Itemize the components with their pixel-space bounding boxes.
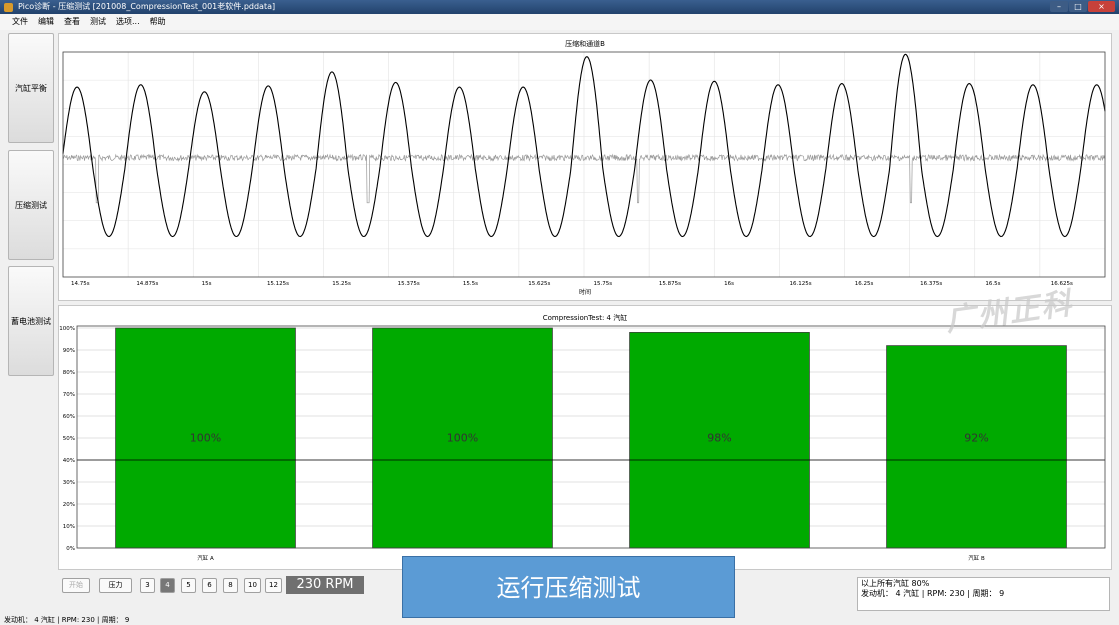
bar-category-label: 汽缸 A bbox=[197, 554, 214, 562]
menu-file[interactable]: 文件 bbox=[0, 14, 33, 30]
waveform-panel: 压缩和通道B 14.75s 14.875s 15s 15.125s 15.25s 15.3… bbox=[58, 33, 1112, 301]
wave-x-tick-label: 15.625s bbox=[528, 281, 550, 287]
bar-y-tick-label: 70% bbox=[63, 392, 75, 398]
wave-x-tick-label: 16.25s bbox=[855, 281, 874, 287]
title-bar: Pico诊断 - 压缩测试 [201008_CompressionTest_00… bbox=[0, 0, 1119, 14]
wave-x-tick-label: 14.75s bbox=[71, 281, 90, 287]
compression-test-button[interactable]: 压缩测试 bbox=[8, 150, 54, 260]
bar-y-tick-label: 10% bbox=[63, 524, 75, 530]
start-button[interactable]: 开始 bbox=[62, 578, 90, 593]
wave-x-tick-label: 15.25s bbox=[332, 281, 351, 287]
minimize-button[interactable]: – bbox=[1050, 1, 1068, 12]
cylinder-3-button[interactable]: 3 bbox=[140, 578, 155, 593]
bar-y-tick-label: 90% bbox=[63, 348, 75, 354]
menu-edit[interactable]: 编辑 bbox=[33, 14, 59, 30]
wave-x-tick-label: 15s bbox=[202, 281, 212, 287]
bar-value-label: 100% bbox=[190, 431, 221, 444]
result-summary: 以上所有汽缸 80% bbox=[861, 579, 930, 588]
bar-y-tick-label: 40% bbox=[63, 458, 75, 464]
bar-y-tick-label: 60% bbox=[63, 414, 75, 420]
bar-value-label: 92% bbox=[964, 431, 988, 444]
wave-x-tick-label: 15.875s bbox=[659, 281, 681, 287]
cylinder-8-button[interactable]: 8 bbox=[223, 578, 238, 593]
waveform-title: 压缩和通道B bbox=[565, 39, 605, 48]
wave-x-tick-label: 15.125s bbox=[267, 281, 289, 287]
wave-x-tick-label: 15.375s bbox=[398, 281, 420, 287]
compression-bar-chart: CompressionTest: 4 汽缸 100% 100% 98% 92% 0% 1… bbox=[59, 313, 1106, 562]
wave-x-tick-label: 14.875s bbox=[136, 281, 158, 287]
bar-cylinder-4 bbox=[886, 345, 1067, 549]
bar-chart-title: CompressionTest: 4 汽缸 bbox=[543, 313, 627, 322]
wave-x-tick-label: 15.5s bbox=[463, 281, 478, 287]
menu-view[interactable]: 查看 bbox=[59, 14, 85, 30]
menu-help[interactable]: 帮助 bbox=[145, 14, 171, 30]
battery-test-button[interactable]: 蓄电池测试 bbox=[8, 266, 54, 376]
rpm-readout: 230 RPM bbox=[286, 576, 364, 594]
wave-x-tick-label: 16.5s bbox=[985, 281, 1000, 287]
cylinder-4-button[interactable]: 4 bbox=[160, 578, 175, 593]
bar-y-tick-label: 0% bbox=[66, 546, 75, 552]
bar-value-label: 98% bbox=[707, 431, 731, 444]
engine-info: 发动机： 4 汽缸 | RPM: 230 | 周期： 9 bbox=[861, 589, 1005, 598]
wave-x-tick-label: 16.375s bbox=[920, 281, 942, 287]
compression-chart-panel: CompressionTest: 4 汽缸 100% 100% 98% 92% 0% 1… bbox=[58, 305, 1112, 570]
bar-value-label: 100% bbox=[447, 431, 478, 444]
menu-bar: 文件 编辑 查看 测试 选项... 帮助 bbox=[0, 14, 1119, 30]
cylinder-6-button[interactable]: 6 bbox=[202, 578, 217, 593]
cylinder-balance-button[interactable]: 汽缸平衡 bbox=[8, 33, 54, 143]
run-compression-test-banner[interactable]: 运行压缩测试 bbox=[402, 556, 735, 618]
menu-test[interactable]: 测试 bbox=[85, 14, 111, 30]
waveform-x-label: 时间 bbox=[579, 288, 591, 296]
close-button[interactable]: × bbox=[1088, 1, 1115, 12]
bar-y-tick-label: 20% bbox=[63, 502, 75, 508]
wave-x-tick-label: 16.125s bbox=[789, 281, 811, 287]
cylinder-5-button[interactable]: 5 bbox=[181, 578, 196, 593]
bar-y-tick-label: 80% bbox=[63, 370, 75, 376]
wave-x-tick-label: 16s bbox=[724, 281, 734, 287]
bar-y-tick-label: 30% bbox=[63, 480, 75, 486]
bar-y-tick-label: 50% bbox=[63, 436, 75, 442]
cylinder-10-button[interactable]: 10 bbox=[244, 578, 261, 593]
app-icon bbox=[4, 3, 13, 12]
wave-x-tick-label: 15.75s bbox=[594, 281, 613, 287]
menu-options[interactable]: 选项... bbox=[111, 14, 145, 30]
bar-y-tick-label: 100% bbox=[59, 326, 75, 332]
bar-category-label: 汽缸 B bbox=[968, 554, 985, 562]
result-info-box: 以上所有汽缸 80% 发动机： 4 汽缸 | RPM: 230 | 周期： 9 bbox=[857, 577, 1110, 611]
pressure-button[interactable]: 压力 bbox=[99, 578, 132, 593]
waveform-chart: 压缩和通道B 14.75s 14.875s 15s 15.125s 15.25s 15.3… bbox=[62, 39, 1106, 296]
window-title: Pico诊断 - 压缩测试 [201008_CompressionTest_00… bbox=[18, 2, 276, 11]
cylinder-12-button[interactable]: 12 bbox=[265, 578, 282, 593]
maximize-button[interactable]: □ bbox=[1069, 1, 1087, 12]
